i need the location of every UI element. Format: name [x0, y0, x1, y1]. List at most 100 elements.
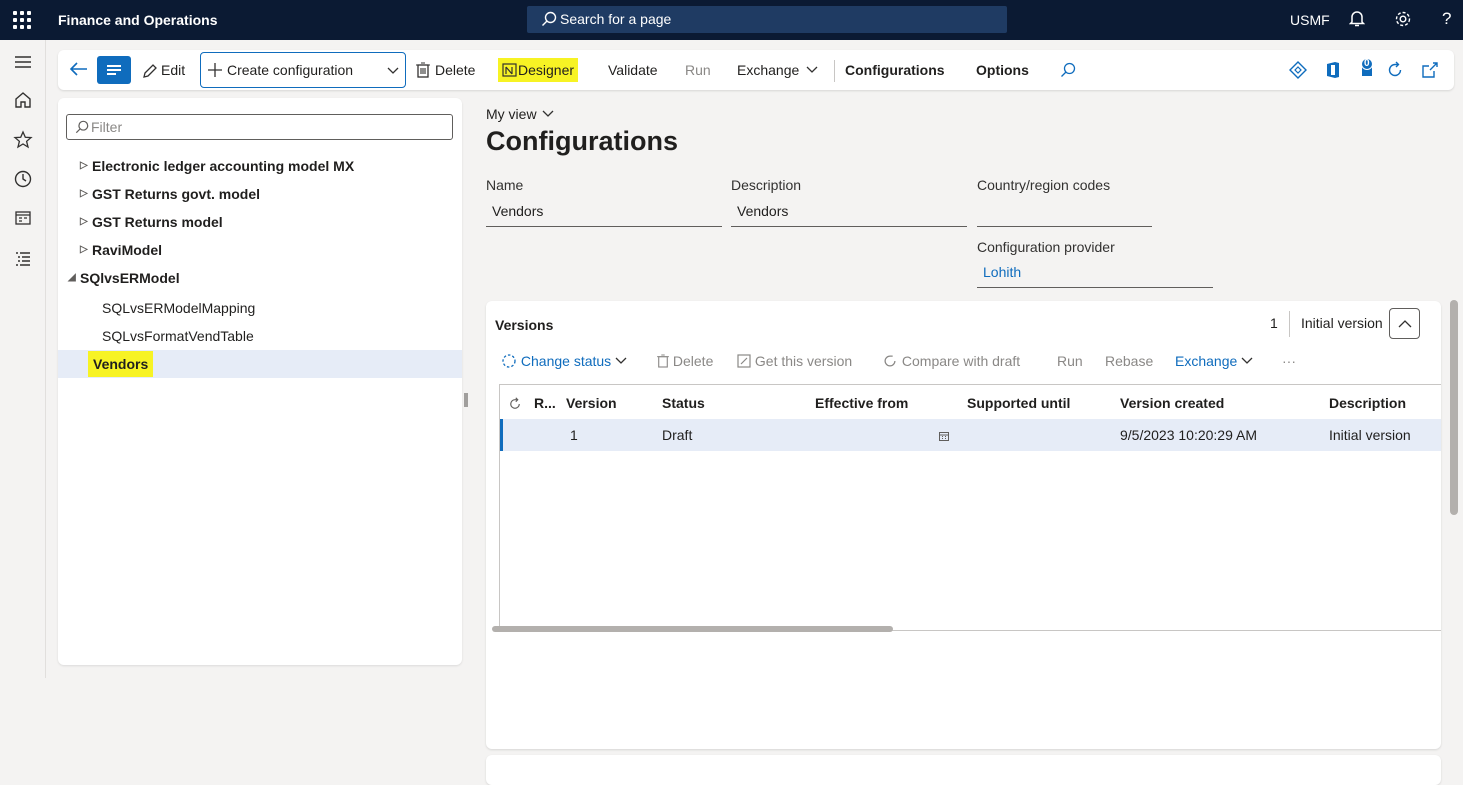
next-fasttab [486, 755, 1441, 785]
edit-button[interactable]: Edit [161, 58, 185, 82]
hamburger-menu-icon[interactable] [13, 52, 33, 72]
tree-item-sqlvsformatvendtable[interactable]: SQLvsFormatVendTable [58, 322, 462, 350]
tree-item-ravimodel[interactable]: ▷ RaviModel [58, 236, 462, 264]
office-icon[interactable] [1325, 61, 1341, 79]
tree-item-label: SQLvsERModelMapping [102, 300, 256, 316]
version-exchange-button[interactable]: Exchange [1175, 351, 1253, 371]
tree-item-sqlvsermodelmapping[interactable]: SQLvsERModelMapping [58, 294, 462, 322]
create-configuration-label: Create configuration [227, 62, 354, 78]
column-header-r[interactable]: R... [534, 395, 556, 411]
navigation-pane [0, 40, 46, 678]
favorites-star-icon[interactable] [13, 130, 33, 150]
tree-item-label: SQLvsFormatVendTable [102, 328, 254, 344]
column-header-version-created[interactable]: Version created [1120, 395, 1224, 411]
page-search-box[interactable]: Search for a page [527, 6, 1007, 33]
name-field[interactable]: Vendors [486, 197, 722, 227]
version-delete-button[interactable]: Delete [657, 351, 713, 371]
refresh-icon[interactable] [1386, 61, 1404, 79]
get-this-version-button[interactable]: Get this version [737, 351, 852, 371]
designer-label: Designer [518, 62, 575, 78]
filter-input[interactable]: Filter [66, 114, 453, 140]
column-header-status[interactable]: Status [662, 395, 705, 411]
version-run-button[interactable]: Run [1057, 351, 1083, 371]
plus-icon [208, 63, 222, 77]
delete-button[interactable]: Delete [435, 58, 475, 82]
options-tab[interactable]: Options [976, 58, 1029, 82]
column-header-version[interactable]: Version [566, 395, 617, 411]
trash-icon [657, 354, 669, 368]
expand-arrow-icon[interactable]: ▷ [80, 180, 88, 208]
tree-item-label: GST Returns model [92, 214, 223, 230]
compare-icon [884, 355, 896, 367]
run-button[interactable]: Run [685, 58, 711, 82]
tree-item-electronic-ledger[interactable]: ▷ Electronic ledger accounting model MX [58, 152, 462, 180]
back-arrow-icon[interactable] [68, 58, 90, 82]
list-view-button[interactable] [97, 56, 131, 84]
validate-button[interactable]: Validate [608, 58, 658, 82]
more-options-button[interactable]: ··· [1282, 351, 1296, 371]
expand-arrow-icon[interactable]: ▷ [80, 152, 88, 180]
app-launcher-icon[interactable] [12, 10, 32, 30]
compare-with-draft-button[interactable]: Compare with draft [882, 351, 1020, 371]
connected-apps-icon[interactable] [1289, 61, 1307, 79]
collapse-button[interactable] [1389, 308, 1420, 339]
versions-fasttab: Versions 1 Initial version Change status… [486, 301, 1441, 749]
gear-icon[interactable] [1394, 10, 1412, 28]
exchange-label: Exchange [737, 62, 800, 78]
designer-button[interactable]: Designer [498, 58, 579, 82]
recent-clock-icon[interactable] [13, 169, 33, 189]
company-picker[interactable]: USMF [1290, 12, 1330, 28]
cell-version: 1 [570, 427, 578, 443]
edit-pencil-icon [143, 64, 157, 78]
exchange-menu-button[interactable]: Exchange [737, 58, 818, 82]
home-icon[interactable] [13, 90, 33, 110]
configurations-tab[interactable]: Configurations [845, 58, 945, 82]
help-icon[interactable]: ? [1442, 9, 1451, 29]
designer-icon [502, 63, 517, 77]
chevron-down-icon [387, 67, 399, 74]
search-icon[interactable] [1060, 62, 1076, 78]
cell-version-created: 9/5/2023 10:20:29 AM [1120, 427, 1257, 443]
tree-item-label: Electronic ledger accounting model MX [92, 158, 355, 174]
column-header-description[interactable]: Description [1329, 395, 1406, 411]
configuration-provider-label: Configuration provider [977, 239, 1115, 255]
notifications-badge[interactable]: 0 [1358, 58, 1376, 80]
get-version-icon [737, 354, 751, 368]
configuration-provider-link[interactable]: Lohith [977, 258, 1213, 288]
column-header-supported-until[interactable]: Supported until [967, 395, 1070, 411]
versions-grid: R... Version Status Effective from Suppo… [499, 384, 1441, 631]
filter-placeholder: Filter [91, 119, 123, 135]
expand-arrow-icon[interactable]: ▷ [80, 208, 88, 236]
column-header-effective-from[interactable]: Effective from [815, 395, 908, 411]
chevron-down-icon [806, 66, 818, 73]
workspaces-icon[interactable] [13, 208, 33, 228]
compare-with-draft-label: Compare with draft [901, 353, 1021, 369]
tree-item-sqlvsermodel[interactable]: ◢ SQlvsERModel [58, 264, 462, 292]
collapse-arrow-icon[interactable]: ◢ [68, 264, 76, 292]
chevron-down-icon [1241, 357, 1253, 364]
rebase-button[interactable]: Rebase [1105, 351, 1153, 371]
horizontal-scrollbar[interactable] [492, 626, 893, 632]
change-status-button[interactable]: Change status [501, 351, 627, 371]
calendar-icon[interactable] [939, 431, 949, 441]
expand-arrow-icon[interactable]: ▷ [80, 236, 88, 264]
tree-item-gst-returns-govt[interactable]: ▷ GST Returns govt. model [58, 180, 462, 208]
chevron-up-icon [1398, 320, 1412, 328]
app-name[interactable]: Finance and Operations [58, 12, 217, 28]
open-new-window-icon[interactable] [1421, 61, 1439, 79]
country-region-field[interactable] [977, 197, 1152, 227]
versions-title[interactable]: Versions [495, 317, 553, 333]
version-exchange-label: Exchange [1175, 353, 1238, 369]
vertical-scrollbar[interactable] [1450, 300, 1458, 515]
table-row[interactable]: 1 Draft 9/5/2023 10:20:29 AM Initial ver… [500, 419, 1441, 451]
panel-splitter-handle[interactable] [464, 393, 468, 407]
tree-item-gst-returns-model[interactable]: ▷ GST Returns model [58, 208, 462, 236]
tree-item-vendors[interactable]: Vendors [58, 350, 462, 378]
refresh-icon[interactable] [508, 397, 522, 411]
bell-icon[interactable] [1349, 10, 1365, 28]
cell-status: Draft [662, 427, 693, 443]
modules-list-icon[interactable] [13, 249, 33, 269]
create-configuration-button[interactable]: Create configuration [200, 52, 406, 88]
my-view-selector[interactable]: My view [486, 106, 554, 122]
description-field[interactable]: Vendors [731, 197, 967, 227]
